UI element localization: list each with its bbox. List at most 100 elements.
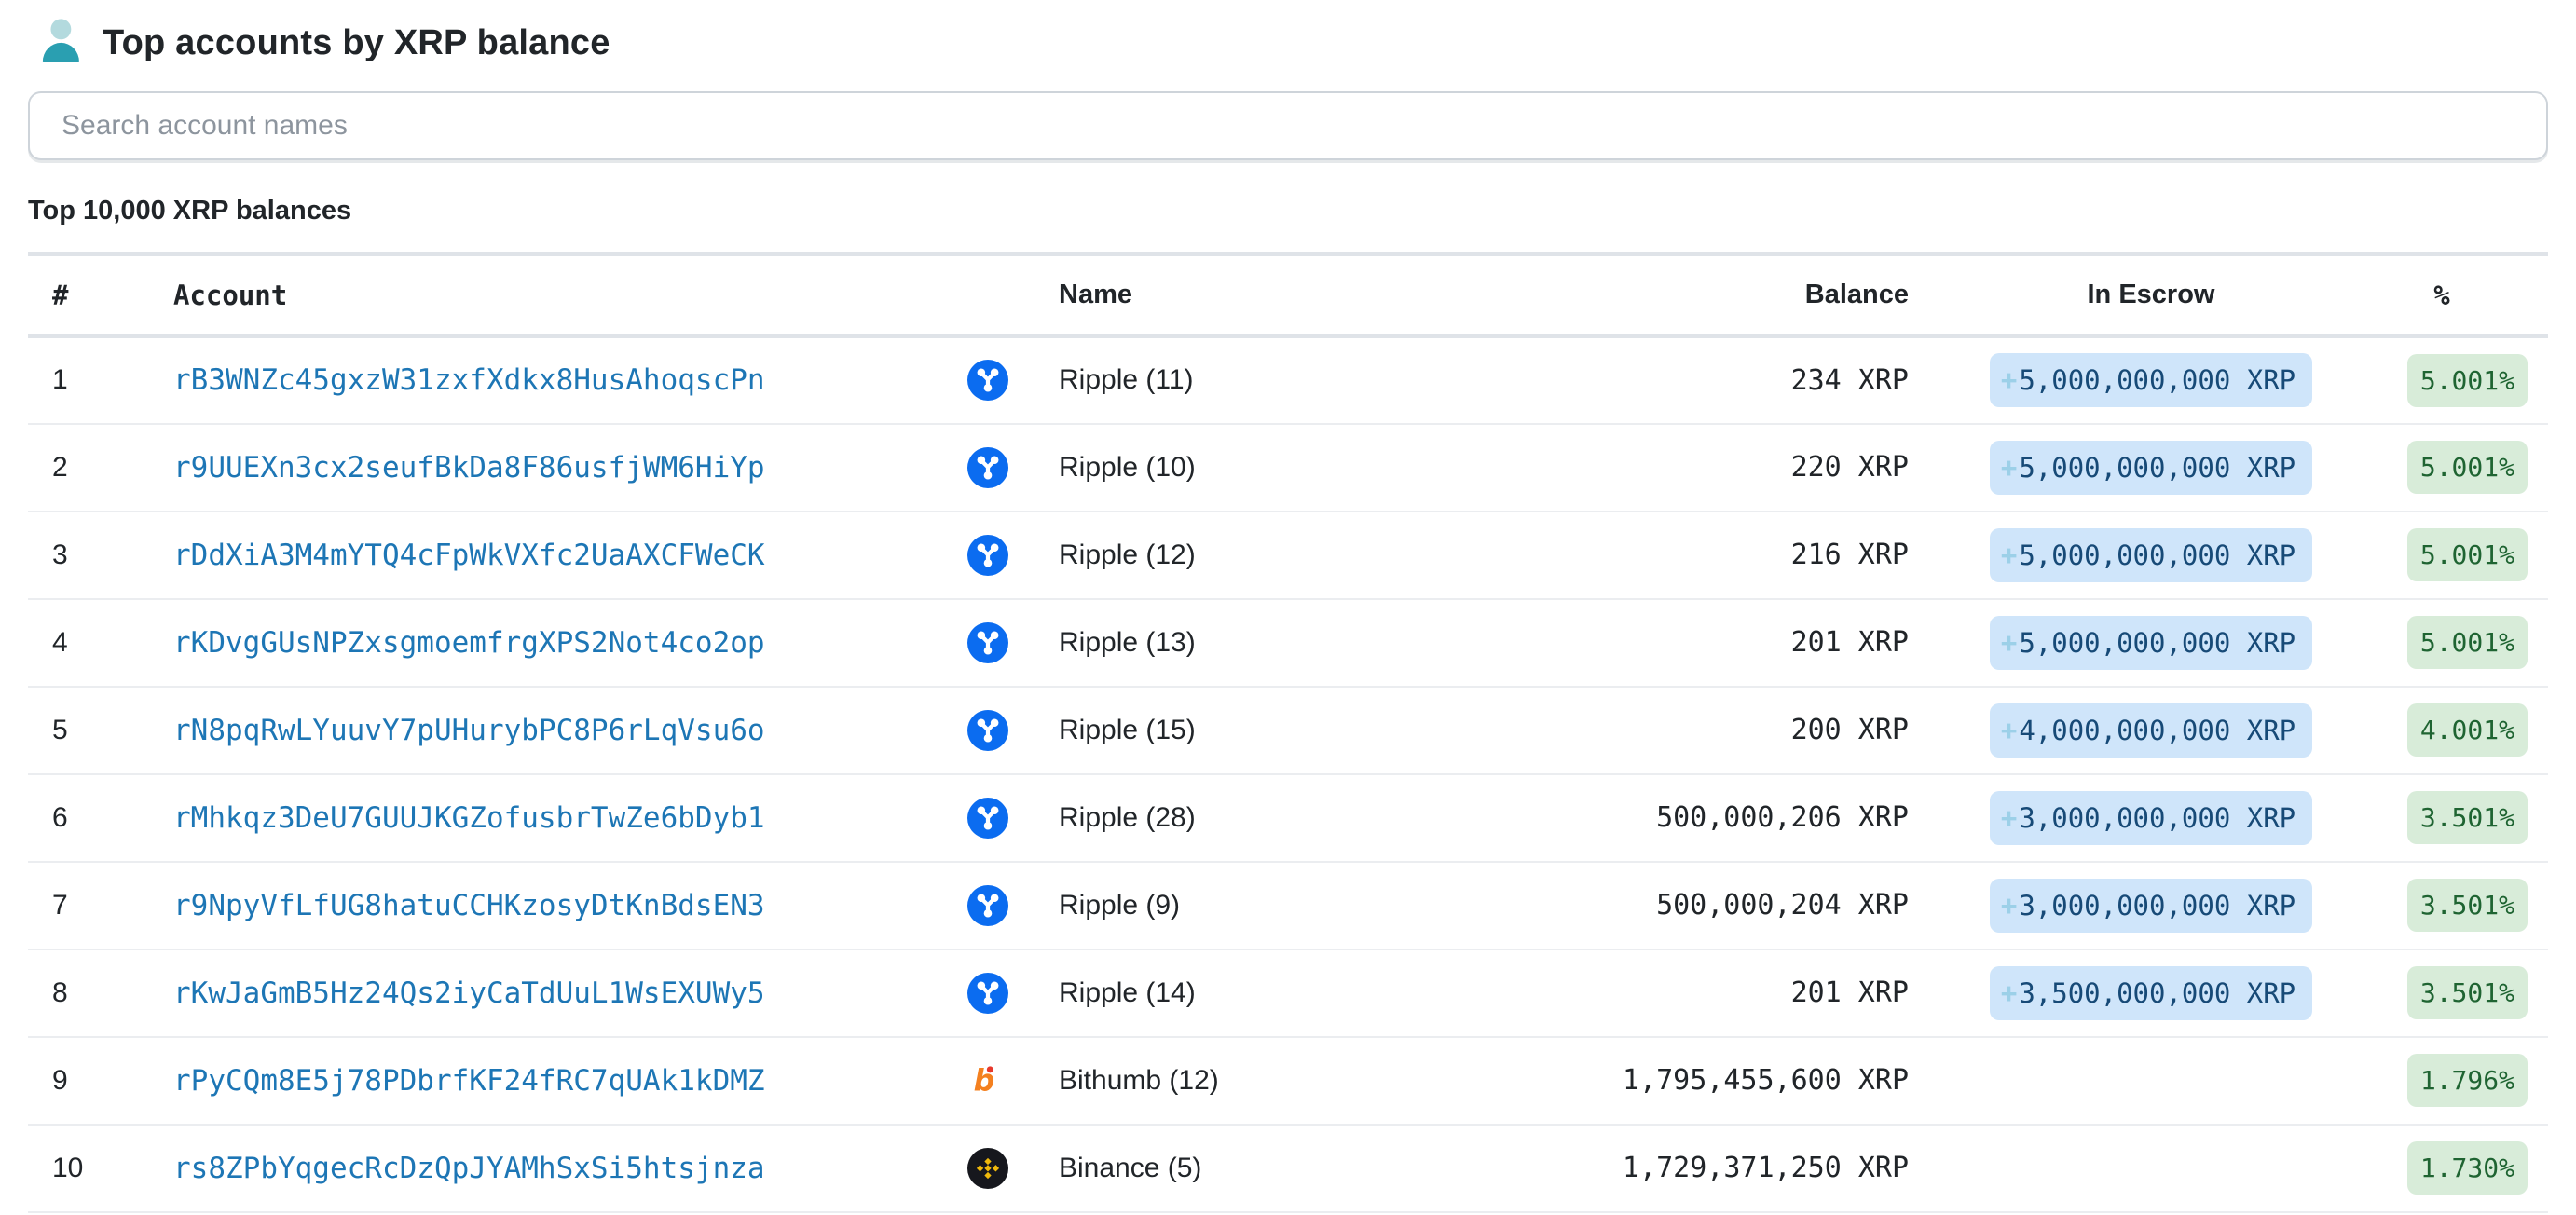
ripple-icon (967, 360, 1008, 401)
name-cell: Ripple (12) (1059, 512, 1487, 599)
bithumb-icon: b (967, 1060, 1008, 1101)
escrow-value: 3,000,000,000 XRP (2019, 802, 2295, 834)
percent-cell: 5.001% (2356, 512, 2548, 599)
icon-cell (966, 336, 1059, 424)
account-cell: rKDvgGUsNPZxsgmoemfrgXPS2Not4co2op (173, 599, 966, 687)
percent-badge: 1.730% (2407, 1141, 2528, 1195)
percent-badge: 5.001% (2407, 528, 2528, 581)
table-row: 6rMhkqz3DeU7GUUJKGZofusbrTwZe6bDyb1Rippl… (28, 774, 2548, 862)
plus-icon: + (2001, 890, 2017, 921)
escrow-cell: +4,000,000,000 XRP (1909, 687, 2356, 774)
account-cell: rDdXiA3M4mYTQ4cFpWkVXfc2UaAXCFWeCK (173, 512, 966, 599)
escrow-value: 5,000,000,000 XRP (2019, 539, 2295, 571)
plus-icon: + (2001, 977, 2017, 1009)
escrow-badge: +5,000,000,000 XRP (1990, 353, 2312, 407)
percent-cell: 5.001% (2356, 336, 2548, 424)
icon-cell (966, 1125, 1059, 1212)
escrow-cell (1909, 1125, 2356, 1212)
column-header-balance: Balance (1487, 254, 1909, 336)
icon-cell (966, 949, 1059, 1037)
rank-cell: 1 (28, 336, 173, 424)
balance-cell: 234 XRP (1487, 336, 1909, 424)
table-row: 8rKwJaGmB5Hz24Qs2iyCaTdUuL1WsEXUWy5Rippl… (28, 949, 2548, 1037)
percent-badge: 3.501% (2407, 966, 2528, 1019)
name-cell: Ripple (15) (1059, 687, 1487, 774)
percent-cell: 3.501% (2356, 862, 2548, 949)
account-cell: rN8pqRwLYuuvY7pUHurybPC8P6rLqVsu6o (173, 687, 966, 774)
rank-cell: 9 (28, 1037, 173, 1125)
percent-cell: 3.501% (2356, 949, 2548, 1037)
plus-icon: + (2001, 539, 2017, 571)
escrow-value: 3,500,000,000 XRP (2019, 977, 2295, 1009)
plus-icon: + (2001, 627, 2017, 659)
escrow-cell: +3,500,000,000 XRP (1909, 949, 2356, 1037)
icon-cell (966, 599, 1059, 687)
search-row (28, 91, 2548, 160)
balance-cell: 500,000,206 XRP (1487, 774, 1909, 862)
percent-badge: 5.001% (2407, 616, 2528, 669)
column-header-rank: # (28, 254, 173, 336)
percent-badge: 5.001% (2407, 354, 2528, 407)
escrow-badge: +5,000,000,000 XRP (1990, 616, 2312, 670)
account-link[interactable]: rB3WNZc45gxzW31zxfXdkx8HusAhoqscPn (173, 363, 765, 397)
balance-cell: 1,729,371,250 XRP (1487, 1125, 1909, 1212)
plus-icon: + (2001, 452, 2017, 484)
rank-cell: 5 (28, 687, 173, 774)
icon-cell: b (966, 1037, 1059, 1125)
escrow-badge: +3,500,000,000 XRP (1990, 966, 2312, 1020)
table-row: 9rPyCQm8E5j78PDbrfKF24fRC7qUAk1kDMZ b Bith… (28, 1037, 2548, 1125)
ripple-icon (967, 622, 1008, 663)
escrow-cell (1909, 1037, 2356, 1125)
section-title: Top 10,000 XRP balances (28, 194, 2548, 227)
column-header-name: Name (1059, 254, 1487, 336)
page: Top accounts by XRP balance Top 10,000 X… (0, 0, 2576, 1215)
name-cell: Ripple (13) (1059, 599, 1487, 687)
percent-badge: 4.001% (2407, 703, 2528, 757)
balance-cell: 1,795,455,600 XRP (1487, 1037, 1909, 1125)
icon-cell (966, 687, 1059, 774)
account-link[interactable]: rN8pqRwLYuuvY7pUHurybPC8P6rLqVsu6o (173, 714, 765, 747)
icon-cell (966, 424, 1059, 512)
balance-cell: 200 XRP (1487, 687, 1909, 774)
table-row: 1rB3WNZc45gxzW31zxfXdkx8HusAhoqscPnRippl… (28, 336, 2548, 424)
name-cell: Ripple (10) (1059, 424, 1487, 512)
account-link[interactable]: rKwJaGmB5Hz24Qs2iyCaTdUuL1WsEXUWy5 (173, 976, 765, 1010)
account-link[interactable]: r9UUEXn3cx2seufBkDa8F86usfjWM6HiYp (173, 451, 765, 485)
plus-icon: + (2001, 715, 2017, 746)
escrow-cell: +5,000,000,000 XRP (1909, 424, 2356, 512)
escrow-cell: +3,000,000,000 XRP (1909, 862, 2356, 949)
ripple-icon (967, 973, 1008, 1014)
balance-cell: 500,000,204 XRP (1487, 862, 1909, 949)
rank-cell: 2 (28, 424, 173, 512)
percent-cell: 5.001% (2356, 424, 2548, 512)
account-cell: r9NpyVfLfUG8hatuCCHKzosyDtKnBdsEN3 (173, 862, 966, 949)
ripple-icon (967, 885, 1008, 926)
name-cell: Bithumb (12) (1059, 1037, 1487, 1125)
table-row: 4rKDvgGUsNPZxsgmoemfrgXPS2Not4co2opRippl… (28, 599, 2548, 687)
search-input[interactable] (28, 91, 2548, 160)
balance-cell: 201 XRP (1487, 949, 1909, 1037)
rank-cell: 10 (28, 1125, 173, 1212)
escrow-badge: +5,000,000,000 XRP (1990, 441, 2312, 495)
account-cell: rB3WNZc45gxzW31zxfXdkx8HusAhoqscPn (173, 336, 966, 424)
account-link[interactable]: rPyCQm8E5j78PDbrfKF24fRC7qUAk1kDMZ (173, 1064, 765, 1098)
page-header: Top accounts by XRP balance (28, 13, 2548, 73)
escrow-badge: +3,000,000,000 XRP (1990, 791, 2312, 845)
icon-cell (966, 512, 1059, 599)
plus-icon: + (2001, 364, 2017, 396)
column-header-account: Account (173, 254, 966, 336)
escrow-badge: +3,000,000,000 XRP (1990, 879, 2312, 933)
account-cell: rMhkqz3DeU7GUUJKGZofusbrTwZe6bDyb1 (173, 774, 966, 862)
escrow-cell: +3,000,000,000 XRP (1909, 774, 2356, 862)
accounts-table-body: 1rB3WNZc45gxzW31zxfXdkx8HusAhoqscPn Rippl… (28, 336, 2548, 1212)
account-link[interactable]: rKDvgGUsNPZxsgmoemfrgXPS2Not4co2op (173, 626, 765, 660)
account-link[interactable]: r9NpyVfLfUG8hatuCCHKzosyDtKnBdsEN3 (173, 889, 765, 922)
rank-cell: 3 (28, 512, 173, 599)
account-link[interactable]: rMhkqz3DeU7GUUJKGZofusbrTwZe6bDyb1 (173, 801, 765, 835)
escrow-value: 4,000,000,000 XRP (2019, 715, 2295, 746)
account-link[interactable]: rs8ZPbYqgecRcDzQpJYAMhSxSi5htsjnza (173, 1152, 765, 1185)
account-link[interactable]: rDdXiA3M4mYTQ4cFpWkVXfc2UaAXCFWeCK (173, 539, 765, 572)
table-row: 10rs8ZPbYqgecRcDzQpJYAMhSxSi5htsjnzaBina… (28, 1125, 2548, 1212)
person-icon (39, 15, 82, 72)
escrow-badge: +4,000,000,000 XRP (1990, 703, 2312, 758)
